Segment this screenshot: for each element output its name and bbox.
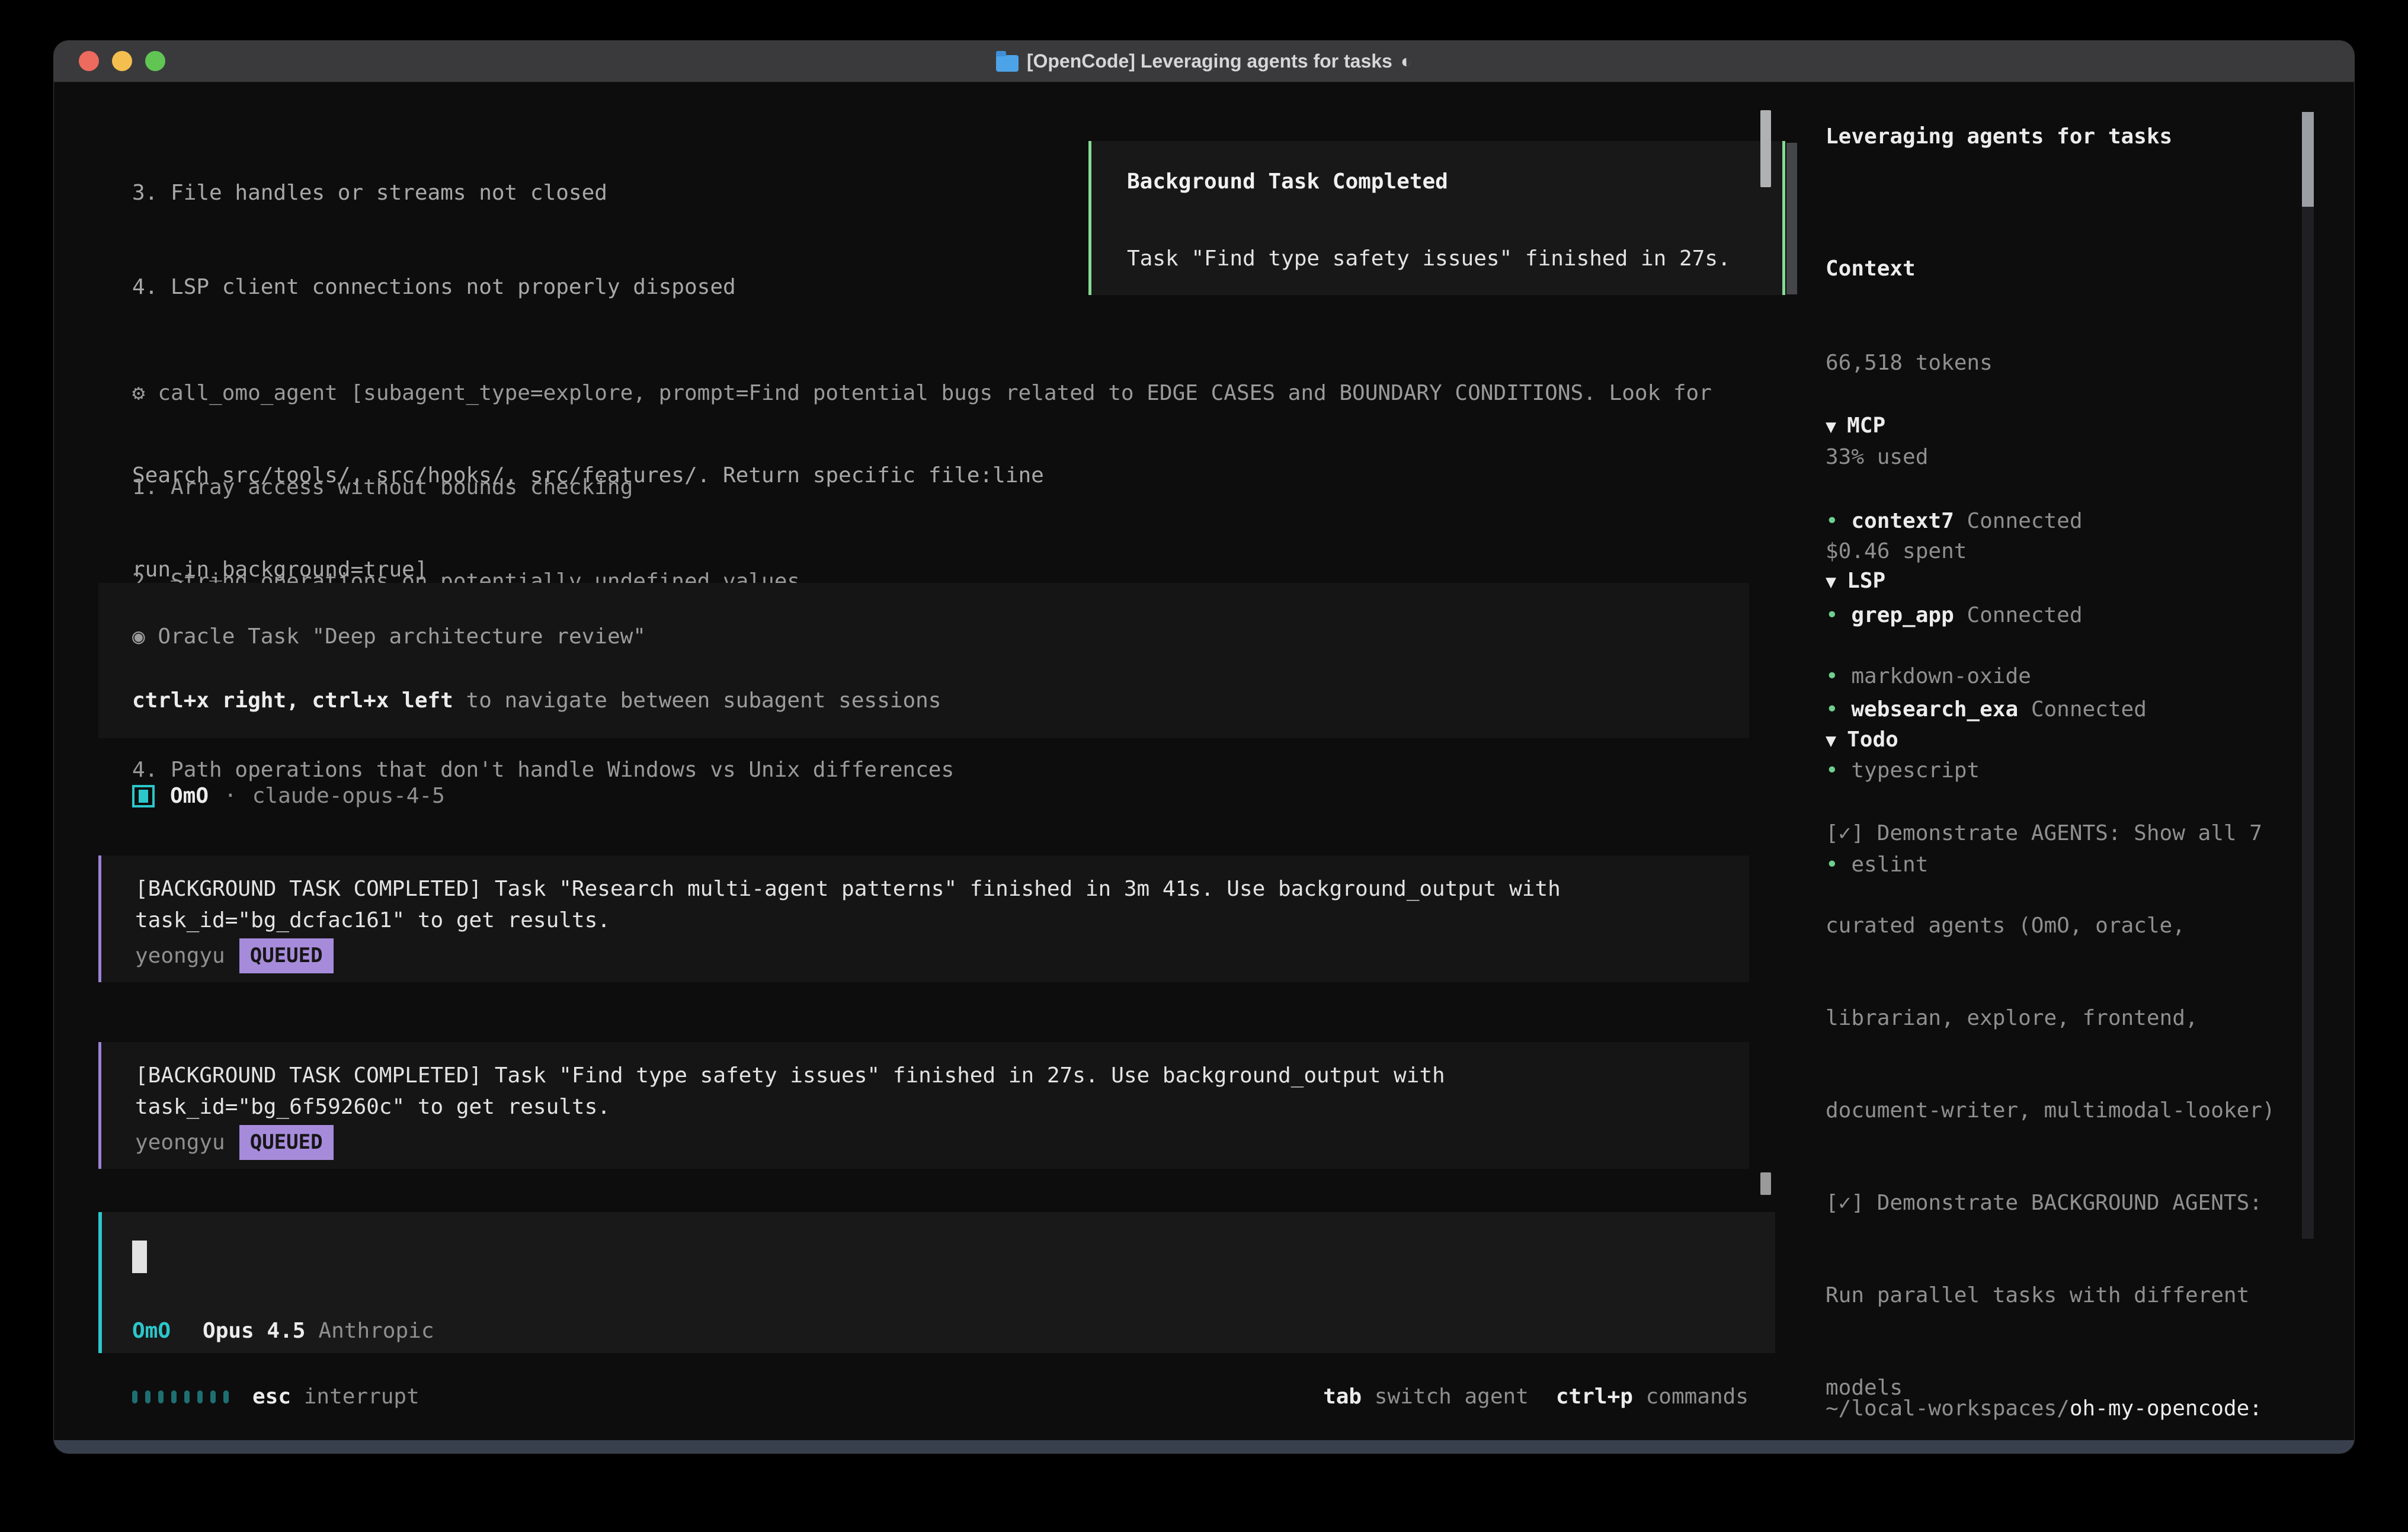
window-bottom-edge — [54, 1440, 2354, 1453]
todo-line-done: Run parallel tasks with different — [1826, 1280, 2301, 1311]
message-line: [BACKGROUND TASK COMPLETED] Task "Resear… — [135, 873, 1561, 905]
sidebar-scrollbar-thumb[interactable] — [2302, 112, 2314, 207]
commands-action-label: commands — [1646, 1384, 1749, 1409]
status-badge: QUEUED — [239, 938, 334, 973]
toast-body: Task "Find type safety issues" finished … — [1127, 243, 1731, 274]
zoom-button[interactable] — [145, 51, 165, 71]
window-title: [OpenCode] Leveraging agents for tasks — [1027, 50, 1392, 72]
minimize-button[interactable] — [112, 51, 132, 71]
chevron-down-icon: ▼ — [1826, 730, 1847, 751]
todo-line-done: document-writer, multimodal-looker) — [1826, 1095, 2301, 1126]
message-author: yeongyu — [135, 940, 225, 972]
oracle-task-card[interactable]: ◉ Oracle Task "Deep architecture review"… — [98, 583, 1749, 738]
oracle-task-hint: ctrl+x right, ctrl+x left to navigate be… — [132, 685, 941, 716]
folder-icon — [996, 55, 1019, 72]
sidebar: Leveraging agents for tasks Context 66,5… — [1826, 82, 2355, 1454]
todo-line-done: curated agents (OmO, oracle, — [1826, 911, 2301, 941]
scrollback-line: 3. File handles or streams not closed — [132, 177, 1044, 209]
todo-line-done: [✓] Demonstrate AGENTS: Show all 7 — [1826, 818, 2301, 849]
oracle-task-label: Oracle Task "Deep architecture review" — [158, 624, 646, 649]
lsp-section-header[interactable]: ▼ LSP — [1826, 565, 2031, 598]
agent-header: OmO · claude-opus-4-5 — [132, 780, 445, 812]
prompt-input[interactable]: OmO Opus 4.5 Anthropic — [98, 1212, 1775, 1353]
chevron-down-icon: ▼ — [1826, 572, 1847, 592]
todo-heading: Todo — [1847, 727, 1898, 752]
session-state-icon: ◐ — [1401, 50, 1412, 72]
traffic-lights — [79, 51, 165, 71]
todo-line-done: librarian, explore, frontend, — [1826, 1003, 2301, 1034]
agent-model: claude-opus-4-5 — [252, 780, 445, 812]
chevron-down-icon: ▼ — [1826, 416, 1847, 437]
shortcut-keys: ctrl+x right, ctrl+x left — [132, 688, 453, 713]
esc-key-hint: esc — [252, 1381, 291, 1412]
tool-call-text: call_omo_agent [subagent_type=explore, p… — [158, 381, 1712, 405]
scrollback-line: 4. LSP client connections not properly d… — [132, 271, 1044, 303]
background-task-message: [BACKGROUND TASK COMPLETED] Task "Resear… — [98, 855, 1749, 982]
sidebar-scrollbar-track[interactable] — [2302, 207, 2314, 1239]
session-title: Leveraging agents for tasks — [1826, 121, 2172, 152]
input-model: Opus 4.5 — [203, 1315, 305, 1347]
separator-dot: · — [224, 780, 237, 812]
toast-title: Background Task Completed — [1127, 166, 1448, 197]
mcp-section-header[interactable]: ▼ MCP — [1826, 410, 2147, 443]
close-button[interactable] — [79, 51, 99, 71]
commands-hint: ctrl+p commands — [1556, 1381, 1749, 1412]
tab-action-label: switch agent — [1375, 1384, 1529, 1409]
status-badge: QUEUED — [239, 1125, 334, 1160]
esc-action-label: interrupt — [304, 1381, 420, 1412]
agent-icon — [132, 785, 155, 807]
oracle-task-title: ◉ Oracle Task "Deep architecture review" — [132, 621, 646, 652]
window-title-group: [OpenCode] Leveraging agents for tasks ◐ — [996, 50, 1412, 72]
input-provider: Anthropic — [318, 1315, 434, 1347]
mcp-heading: MCP — [1847, 414, 1885, 438]
gear-icon: ⚙ — [132, 381, 145, 405]
status-bar: esc interrupt tab switch agent ctrl+p co… — [132, 1381, 1749, 1412]
context-heading: Context — [1826, 253, 1993, 284]
ctrl-p-key: ctrl+p — [1556, 1384, 1633, 1409]
message-author: yeongyu — [135, 1127, 225, 1158]
message-line: task_id="bg_6f59260c" to get results. — [135, 1091, 610, 1123]
lsp-heading: LSP — [1847, 569, 1885, 593]
text-cursor — [132, 1241, 147, 1273]
input-meta: OmO Opus 4.5 Anthropic — [132, 1315, 434, 1347]
agent-name: OmO — [170, 780, 209, 812]
esc-key-label — [291, 1381, 304, 1412]
message-scrollbar-thumb[interactable] — [1760, 1172, 1771, 1195]
activity-spinner-icon — [132, 1390, 229, 1403]
message-line: [BACKGROUND TASK COMPLETED] Task "Find t… — [135, 1060, 1445, 1091]
tool-call-line: 1. Array access without bounds checking — [132, 472, 1712, 503]
tab-hint: tab switch agent — [1323, 1381, 1529, 1412]
tab-key: tab — [1323, 1384, 1362, 1409]
input-agent-name: OmO — [132, 1315, 171, 1347]
background-task-message: [BACKGROUND TASK COMPLETED] Task "Find t… — [98, 1042, 1749, 1169]
shortcut-description: to navigate between subagent sessions — [453, 688, 942, 713]
message-line: task_id="bg_dcfac161" to get results. — [135, 905, 610, 936]
tool-call-header: ⚙ call_omo_agent [subagent_type=explore,… — [132, 377, 1712, 409]
toast-scrollbar[interactable] — [1786, 143, 1797, 294]
todo-line-done: [✓] Demonstrate BACKGROUND AGENTS: — [1826, 1188, 2301, 1219]
terminal-window: [OpenCode] Leveraging agents for tasks ◐… — [53, 40, 2355, 1454]
titlebar: [OpenCode] Leveraging agents for tasks ◐ — [54, 41, 2354, 82]
todo-section-header[interactable]: ▼ Todo — [1826, 725, 2301, 757]
main-scrollbar-thumb[interactable] — [1760, 110, 1771, 187]
background-task-toast[interactable]: Background Task Completed Task "Find typ… — [1088, 141, 1785, 295]
record-icon: ◉ — [132, 624, 145, 649]
